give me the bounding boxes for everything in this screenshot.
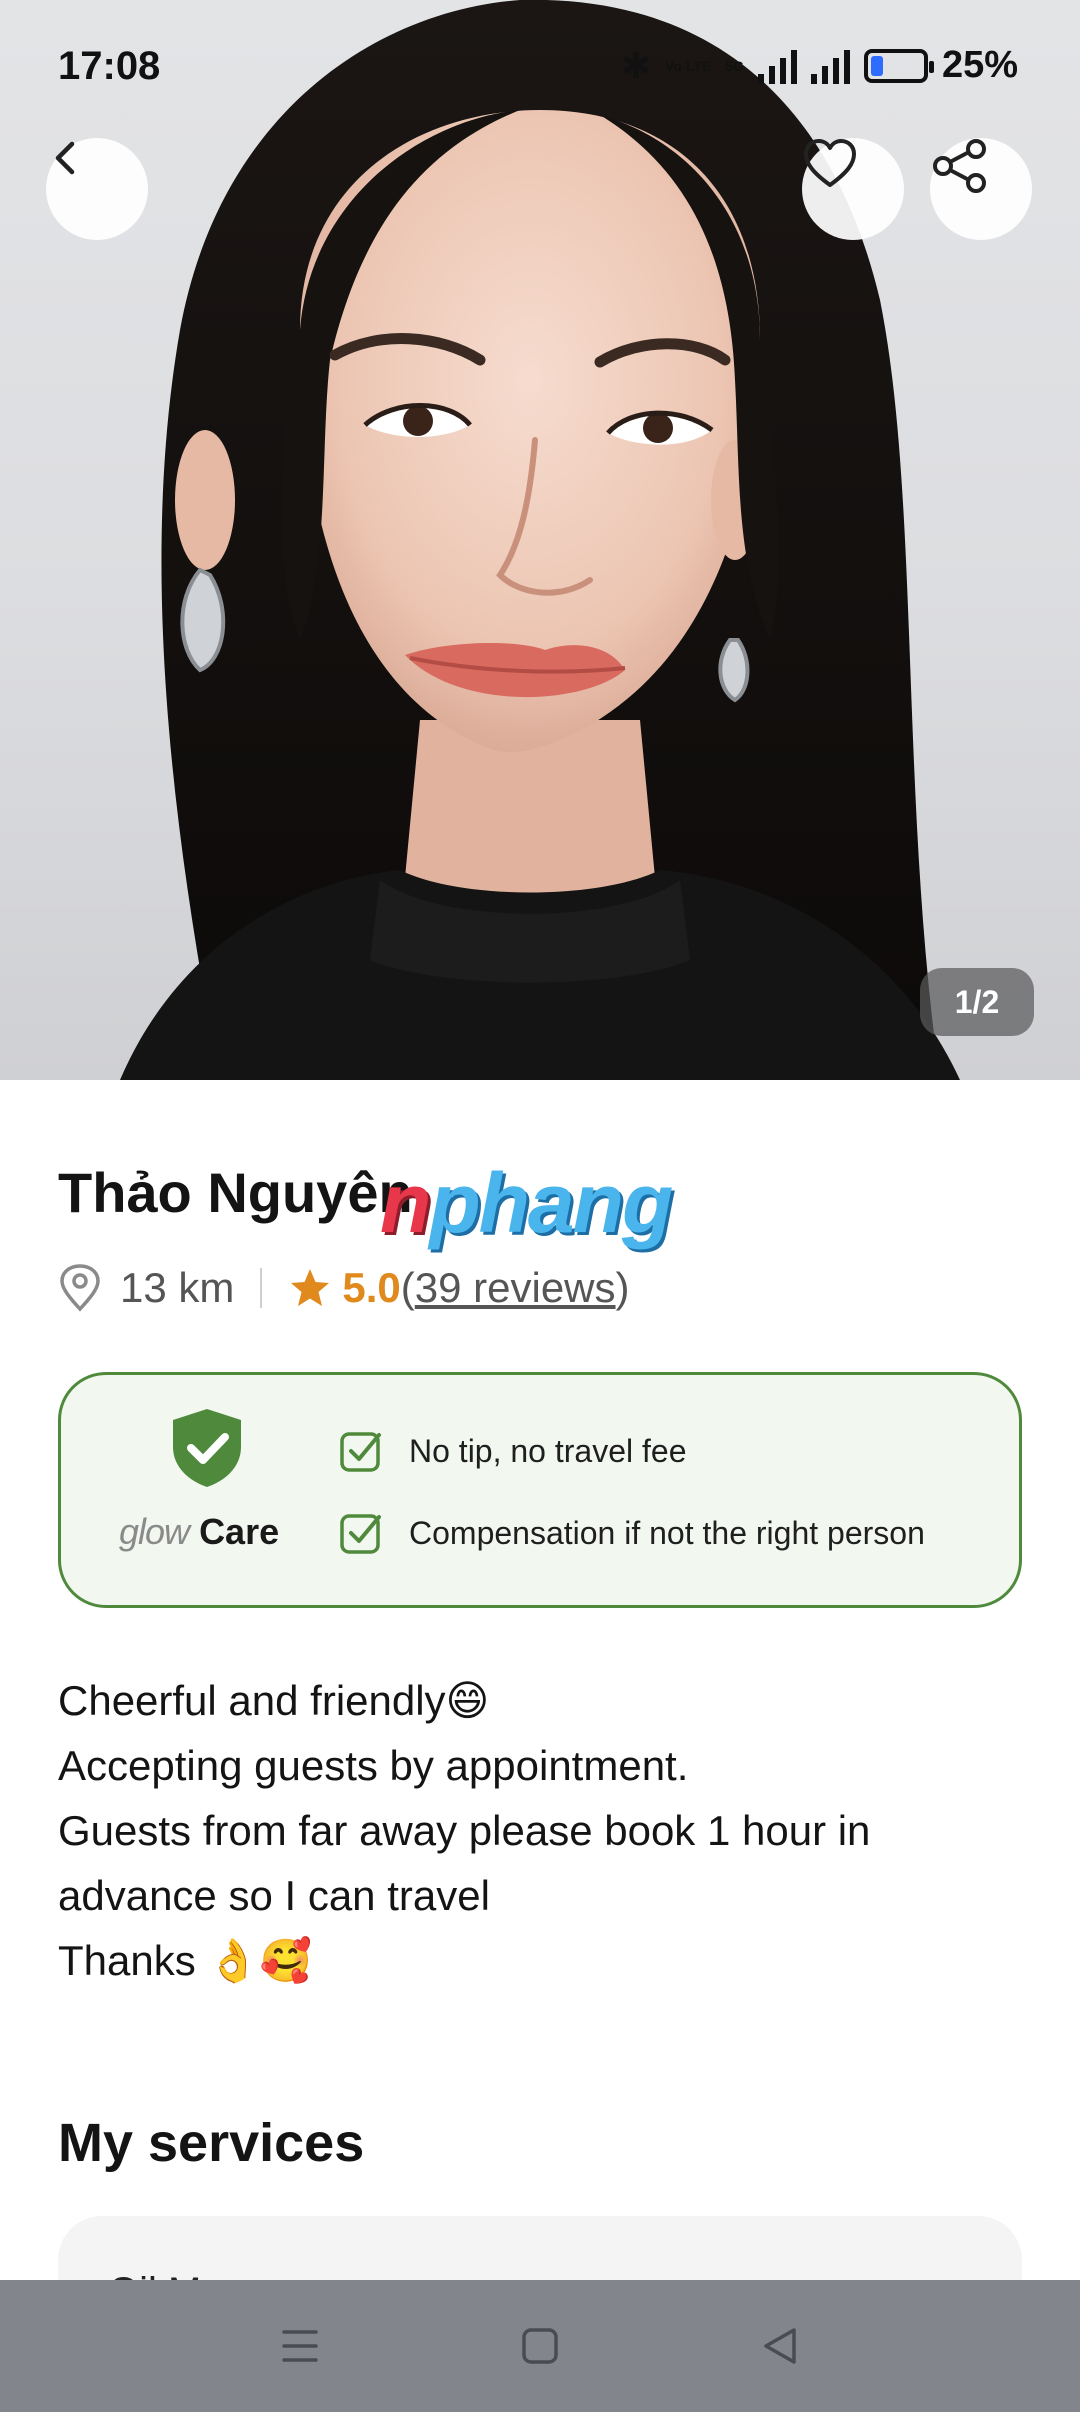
bio-line: Cheerful and friendly😄 — [58, 1677, 490, 1724]
home-square-icon — [522, 2328, 558, 2364]
favorite-button[interactable] — [802, 138, 904, 240]
reviews-open-paren: ( — [400, 1264, 415, 1311]
nav-back-button[interactable] — [740, 2306, 820, 2386]
portrait-illustration — [120, 0, 960, 1080]
bio-line: Guests from far away please book 1 hour … — [58, 1807, 871, 1919]
heart-icon — [804, 139, 856, 187]
profile-photo[interactable]: 17:08 ✱ Vo LTE 5G 25% 1/2 — [0, 0, 1080, 1080]
care-feature: Compensation if not the right person — [339, 1511, 925, 1555]
brand-care: Care — [199, 1511, 280, 1552]
care-feature: No tip, no travel fee — [339, 1429, 686, 1473]
distance-text: 13 km — [120, 1264, 235, 1311]
signal-icon — [757, 48, 797, 84]
reviews-link[interactable]: 39 reviews — [415, 1264, 616, 1312]
services-title: My services — [58, 2113, 365, 2173]
menu-icon — [282, 2330, 318, 2362]
volte-indicator: Vo LTE — [665, 57, 712, 74]
brand-glow: glow — [119, 1511, 190, 1552]
reviews-link-text[interactable]: 39 reviews — [415, 1264, 616, 1311]
back-button[interactable] — [46, 138, 148, 240]
profile-name: Thảo Nguyên — [58, 1161, 413, 1224]
star-icon — [291, 1269, 330, 1306]
bio-line: Accepting guests by appointment. — [58, 1742, 689, 1789]
glow-care-brand: glow Care — [119, 1511, 279, 1553]
share-icon — [933, 139, 986, 193]
meta-divider — [260, 1268, 263, 1308]
nav-menu-button[interactable] — [260, 2306, 340, 2386]
care-feature-text: No tip, no travel fee — [409, 1432, 687, 1469]
bluetooth-icon: ✱ — [620, 44, 652, 86]
nav-home-button[interactable] — [500, 2306, 580, 2386]
status-time: 17:08 — [58, 44, 161, 88]
network-type: 5G — [725, 57, 744, 74]
share-button[interactable] — [930, 138, 1032, 240]
care-feature-text: Compensation if not the right person — [409, 1514, 925, 1551]
watermark-logo: nphang — [380, 1156, 673, 1250]
system-nav-bar — [0, 2280, 1080, 2412]
checkbox-check-icon — [340, 1432, 381, 1472]
bio-line: Thanks 👌🥰 — [58, 1937, 312, 1984]
triangle-back-icon — [764, 2328, 796, 2364]
shield-check-icon — [173, 1409, 241, 1487]
reviews-close-paren: ) — [615, 1264, 630, 1311]
rating-value: 5.0 — [342, 1264, 401, 1311]
gallery-counter: 1/2 — [920, 968, 1034, 1036]
battery-icon — [863, 48, 934, 83]
chevron-left-icon — [55, 141, 75, 175]
battery-percent: 25% — [941, 44, 1018, 86]
checkbox-check-icon — [340, 1514, 381, 1554]
status-icons: ✱ Vo LTE 5G 25% — [621, 44, 1018, 87]
status-bar: 17:08 ✱ Vo LTE 5G 25% — [0, 0, 1080, 140]
profile-bio: Cheerful and friendly😄 Accepting guests … — [58, 1668, 1018, 1993]
location-pin-icon — [60, 1264, 100, 1312]
signal-icon-2 — [810, 48, 850, 84]
glow-care-card[interactable]: glow Care No tip, no travel fee Compensa… — [58, 1372, 1022, 1608]
profile-meta: 13 km 5.0 ( 39 reviews ) — [58, 1260, 630, 1316]
